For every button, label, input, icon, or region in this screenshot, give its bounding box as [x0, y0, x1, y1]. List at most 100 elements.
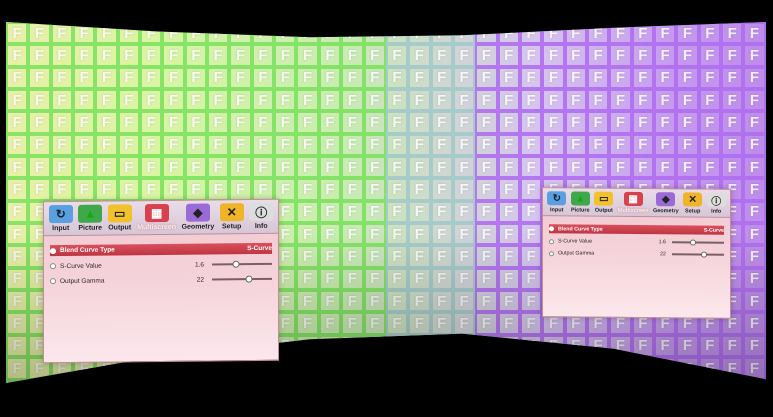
tab-geometry[interactable]: ◆ Geometry [653, 192, 679, 214]
tab-input[interactable]: ↻ Input [547, 191, 567, 213]
tab-setup[interactable]: ✕ Setup [683, 192, 703, 215]
grid-cell: F [743, 133, 766, 157]
tab-info[interactable]: ⓘ Info [249, 202, 274, 230]
grid-cell: F [341, 22, 364, 45]
grid-cell: F [452, 156, 476, 179]
grid-cell: F [184, 44, 208, 67]
grid-cell: F [519, 178, 543, 201]
slider-knob[interactable] [689, 239, 696, 246]
grid-cell: F [162, 133, 185, 157]
grid-cell: F [475, 223, 498, 246]
grid-cell: F [6, 133, 29, 157]
value-slider[interactable] [212, 275, 272, 284]
grid-cell: F [698, 22, 721, 45]
grid-cell: F [117, 44, 141, 67]
grid-cell: F [430, 312, 453, 335]
output-gamma-row[interactable]: Output Gamma 22 [549, 248, 724, 260]
grid-cell: F [430, 267, 453, 291]
tab-output[interactable]: ▭ Output [107, 204, 132, 232]
output-gamma-row[interactable]: Output Gamma 22 [50, 273, 272, 287]
s-curve-value-row[interactable]: S-Curve Value 1.6 [50, 258, 272, 272]
grid-cell: F [430, 22, 453, 45]
grid-cell: F [296, 156, 319, 179]
grid-cell: F [341, 133, 364, 157]
osd-body: Blend Curve Type S-Curve S-Curve Value 1.… [44, 234, 278, 294]
grid-cell: F [430, 290, 453, 313]
grid-cell: F [586, 379, 610, 383]
grid-cell: F [653, 44, 677, 67]
slider-knob[interactable] [701, 251, 708, 258]
grid-cell: F [676, 334, 699, 358]
grid-cell: F [296, 379, 319, 383]
grid-cell: F [721, 133, 744, 157]
grid-cell: F [452, 267, 476, 291]
grid-cell: F [586, 111, 610, 134]
grid-cell: F [318, 379, 342, 383]
grid-cell: F [676, 156, 699, 179]
grid-cell: F [586, 66, 610, 90]
grid-cell: F [385, 133, 409, 157]
grid-cell: F [6, 379, 29, 383]
value-slider[interactable] [212, 260, 272, 269]
grid-cell: F [497, 357, 520, 380]
grid-cell: F [519, 312, 543, 335]
grid-cell: F [452, 66, 476, 90]
grid-cell: F [452, 334, 476, 358]
grid-cell: F [229, 111, 252, 134]
slider-track [212, 262, 272, 266]
grid-cell: F [50, 379, 74, 383]
row-value: 1.6 [194, 261, 204, 269]
grid-cell: F [341, 178, 364, 201]
grid-cell: F [184, 89, 208, 112]
grid-cell: F [676, 133, 699, 157]
grid-cell: F [117, 178, 141, 201]
grid-cell: F [475, 290, 498, 313]
grid-cell: F [452, 133, 476, 157]
grid-cell: F [28, 89, 51, 112]
grid-cell: F [519, 22, 543, 45]
grid-cell: F [341, 245, 364, 268]
tab-setup[interactable]: ✕ Setup [219, 203, 244, 230]
slider-knob[interactable] [232, 260, 240, 268]
grid-cell: F [207, 379, 230, 383]
grid-cell: F [475, 22, 498, 45]
tab-info[interactable]: ⓘ Info [706, 192, 726, 215]
value-slider[interactable] [672, 251, 724, 258]
grid-cell: F [743, 178, 766, 201]
tab-multiscreen[interactable]: ▦ Multiscreen [618, 191, 648, 214]
grid-cell: F [95, 89, 118, 112]
grid-cell: F [341, 200, 364, 224]
grid-cell: F [274, 133, 297, 157]
tab-picture[interactable]: ▲ Picture [570, 191, 590, 214]
grid-cell: F [743, 89, 766, 112]
grid-cell: F [229, 89, 252, 112]
slider-knob[interactable] [245, 275, 253, 283]
grid-cell: F [229, 22, 252, 45]
grid-cell: F [631, 66, 654, 90]
grid-cell: F [251, 133, 275, 157]
grid-cell: F [475, 66, 498, 90]
grid-cell: F [363, 357, 386, 380]
grid-cell: F [117, 89, 141, 112]
grid-cell: F [408, 200, 431, 224]
s-curve-value-row[interactable]: S-Curve Value 1.6 [549, 236, 724, 248]
tab-input[interactable]: ↻ Input [48, 204, 73, 232]
tab-picture[interactable]: ▲ Picture [78, 204, 103, 232]
grid-cell: F [452, 357, 476, 380]
blend-curve-type-row[interactable]: Blend Curve Type S-Curve [50, 242, 272, 257]
tab-output[interactable]: ▭ Output [594, 191, 614, 214]
grid-cell: F [475, 111, 498, 134]
grid-cell: F [28, 178, 51, 201]
grid-cell: F [363, 334, 386, 358]
value-slider[interactable] [672, 239, 724, 246]
tab-multiscreen[interactable]: ▦ Multiscreen [137, 203, 176, 231]
blend-curve-type-row[interactable]: Blend Curve Type S-Curve [549, 224, 724, 235]
grid-cell: F [341, 66, 364, 90]
tab-geometry[interactable]: ◆ Geometry [182, 203, 214, 231]
grid-cell: F [475, 245, 498, 268]
grid-cell: F [721, 89, 744, 112]
grid-cell: F [586, 334, 610, 358]
grid-cell: F [117, 66, 141, 90]
grid-cell: F [408, 178, 431, 201]
grid-cell: F [653, 89, 677, 112]
